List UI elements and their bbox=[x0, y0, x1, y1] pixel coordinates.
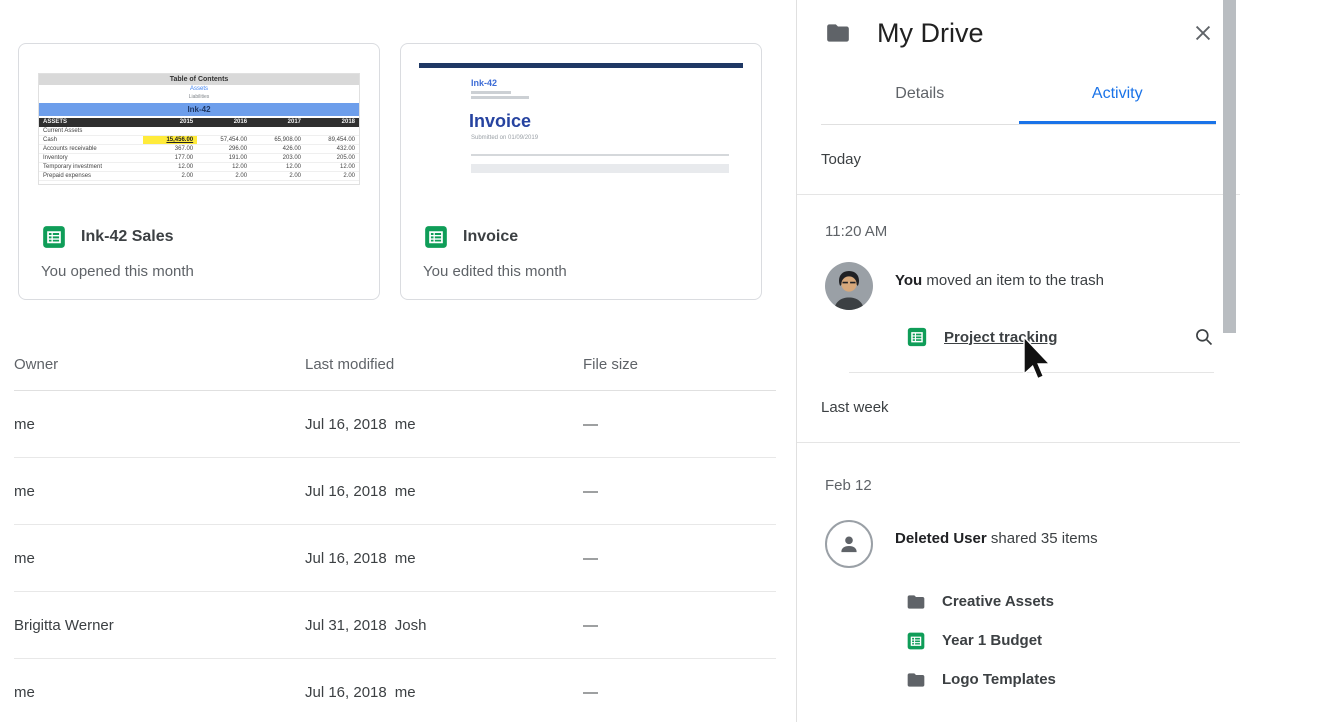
panel-title: My Drive bbox=[877, 18, 984, 49]
panel-tabs: Details Activity bbox=[821, 66, 1216, 125]
activity-timestamp: 11:20 AM bbox=[825, 223, 1214, 240]
last-modified-cell: Jul 16, 2018me bbox=[305, 416, 583, 433]
invoice-table-band bbox=[471, 164, 729, 173]
file-row[interactable]: meJul 16, 2018me— bbox=[14, 458, 776, 525]
sheets-icon bbox=[906, 326, 928, 348]
activity-action: moved an item to the trash bbox=[922, 272, 1104, 289]
file-size-cell: — bbox=[583, 483, 776, 500]
suggested-files: Table of Contents Assets Liabilities Ink… bbox=[18, 43, 762, 300]
column-header-file-size[interactable]: File size bbox=[583, 356, 776, 373]
file-list-rows: meJul 16, 2018me—meJul 16, 2018me—meJul … bbox=[14, 391, 776, 722]
shared-item-label: Year 1 Budget bbox=[942, 632, 1042, 649]
invoice-submitted: Submitted on 01/09/2019 bbox=[471, 135, 743, 141]
spreadsheet-preview: Table of Contents Assets Liabilities Ink… bbox=[38, 73, 360, 185]
user-avatar bbox=[825, 262, 873, 310]
owner-cell: me bbox=[14, 550, 305, 567]
file-thumbnail-spreadsheet: Table of Contents Assets Liabilities Ink… bbox=[19, 44, 379, 214]
column-header-owner[interactable]: Owner bbox=[14, 356, 305, 373]
folder-icon bbox=[906, 670, 926, 690]
owner-cell: me bbox=[14, 416, 305, 433]
sheets-icon bbox=[41, 224, 67, 250]
preview-link: Assets bbox=[39, 86, 359, 94]
drive-app: Table of Contents Assets Liabilities Ink… bbox=[0, 0, 1330, 722]
scrollbar-thumb[interactable] bbox=[1223, 0, 1236, 333]
last-modified-cell: Jul 31, 2018Josh bbox=[305, 617, 583, 634]
owner-cell: Brigitta Werner bbox=[14, 617, 305, 634]
file-card-title: Ink-42 Sales bbox=[81, 228, 174, 246]
sheets-icon bbox=[906, 631, 926, 651]
tab-activity[interactable]: Activity bbox=[1019, 66, 1217, 124]
last-modified-cell: Jul 16, 2018me bbox=[305, 483, 583, 500]
shared-item-label: Creative Assets bbox=[942, 593, 1054, 610]
invoice-company: Ink-42 bbox=[471, 78, 743, 88]
file-row[interactable]: meJul 16, 2018me— bbox=[14, 525, 776, 592]
file-list: Owner Last modified File size meJul 16, … bbox=[14, 338, 776, 722]
panel-scrollbar[interactable] bbox=[1223, 0, 1236, 722]
folder-icon bbox=[825, 20, 851, 46]
activity-description: You moved an item to the trash bbox=[895, 270, 1104, 310]
preview-toc-title: Table of Contents bbox=[39, 74, 359, 85]
panel-header: My Drive bbox=[797, 0, 1240, 66]
shared-item-label: Logo Templates bbox=[942, 671, 1056, 688]
file-link[interactable]: Project tracking bbox=[944, 329, 1057, 346]
invoice-header-rule bbox=[419, 63, 743, 68]
activity-description: Deleted User shared 35 items bbox=[895, 528, 1098, 568]
invoice-title: Invoice bbox=[469, 111, 743, 132]
last-modified-cell: Jul 16, 2018me bbox=[305, 684, 583, 701]
file-card-footer: Ink-42 Sales You opened this month bbox=[19, 214, 379, 280]
preview-sheet-title: Ink-42 bbox=[39, 103, 359, 116]
file-card-title: Invoice bbox=[463, 228, 518, 246]
file-card-ink42-sales[interactable]: Table of Contents Assets Liabilities Ink… bbox=[18, 43, 380, 300]
search-icon[interactable] bbox=[1194, 327, 1214, 347]
tab-details[interactable]: Details bbox=[821, 66, 1019, 124]
file-size-cell: — bbox=[583, 416, 776, 433]
file-card-invoice[interactable]: Ink-42 Invoice Submitted on 01/09/2019 bbox=[400, 43, 762, 300]
activity-action: shared 35 items bbox=[987, 530, 1098, 547]
file-thumbnail-invoice: Ink-42 Invoice Submitted on 01/09/2019 bbox=[401, 44, 761, 214]
sheets-icon bbox=[423, 224, 449, 250]
section-last-week: Last week bbox=[797, 373, 1240, 443]
file-card-subtitle: You edited this month bbox=[423, 263, 739, 280]
invoice-preview: Ink-42 Invoice Submitted on 01/09/2019 bbox=[419, 63, 743, 195]
invoice-divider bbox=[471, 154, 729, 156]
preview-link: Liabilities bbox=[39, 94, 359, 100]
file-size-cell: — bbox=[583, 617, 776, 634]
shared-item-year-1-budget[interactable]: Year 1 Budget bbox=[906, 621, 1214, 660]
preview-data-table: ASSETS2015201620172018Current AssetsCash… bbox=[39, 118, 359, 181]
folder-icon bbox=[906, 592, 926, 612]
preview-toc-links: Assets Liabilities bbox=[39, 86, 359, 100]
details-panel: My Drive Details Activity Today 11:20 AM… bbox=[796, 0, 1240, 722]
file-row[interactable]: meJul 16, 2018me— bbox=[14, 659, 776, 722]
file-size-cell: — bbox=[583, 550, 776, 567]
activity-actor: Deleted User bbox=[895, 530, 987, 547]
shared-item-logo-templates[interactable]: Logo Templates bbox=[906, 660, 1214, 699]
invoice-address-lines bbox=[419, 91, 743, 99]
owner-cell: me bbox=[14, 483, 305, 500]
activity-entry-today: 11:20 AM You moved an item to the trash … bbox=[797, 195, 1240, 373]
last-modified-cell: Jul 16, 2018me bbox=[305, 550, 583, 567]
file-row[interactable]: meJul 16, 2018me— bbox=[14, 391, 776, 458]
file-card-subtitle: You opened this month bbox=[41, 263, 357, 280]
activity-entry-feb12: Feb 12 Deleted User shared 35 items Crea… bbox=[797, 443, 1240, 699]
column-header-last-modified[interactable]: Last modified bbox=[305, 356, 583, 373]
file-row[interactable]: Brigitta WernerJul 31, 2018Josh— bbox=[14, 592, 776, 659]
owner-cell: me bbox=[14, 684, 305, 701]
deleted-user-avatar bbox=[825, 520, 873, 568]
file-card-footer: Invoice You edited this month bbox=[401, 214, 761, 280]
file-list-header: Owner Last modified File size bbox=[14, 338, 776, 391]
activity-date: Feb 12 bbox=[825, 477, 1214, 494]
activity-actor: You bbox=[895, 272, 922, 289]
close-panel-button[interactable] bbox=[1192, 21, 1216, 45]
main-content: Table of Contents Assets Liabilities Ink… bbox=[0, 0, 795, 722]
activity-file-project-tracking[interactable]: Project tracking bbox=[906, 326, 1214, 348]
file-size-cell: — bbox=[583, 684, 776, 701]
shared-item-creative-assets[interactable]: Creative Assets bbox=[906, 582, 1214, 621]
activity-feed: Today 11:20 AM You moved an item to the … bbox=[797, 125, 1240, 699]
section-today: Today bbox=[797, 125, 1240, 195]
